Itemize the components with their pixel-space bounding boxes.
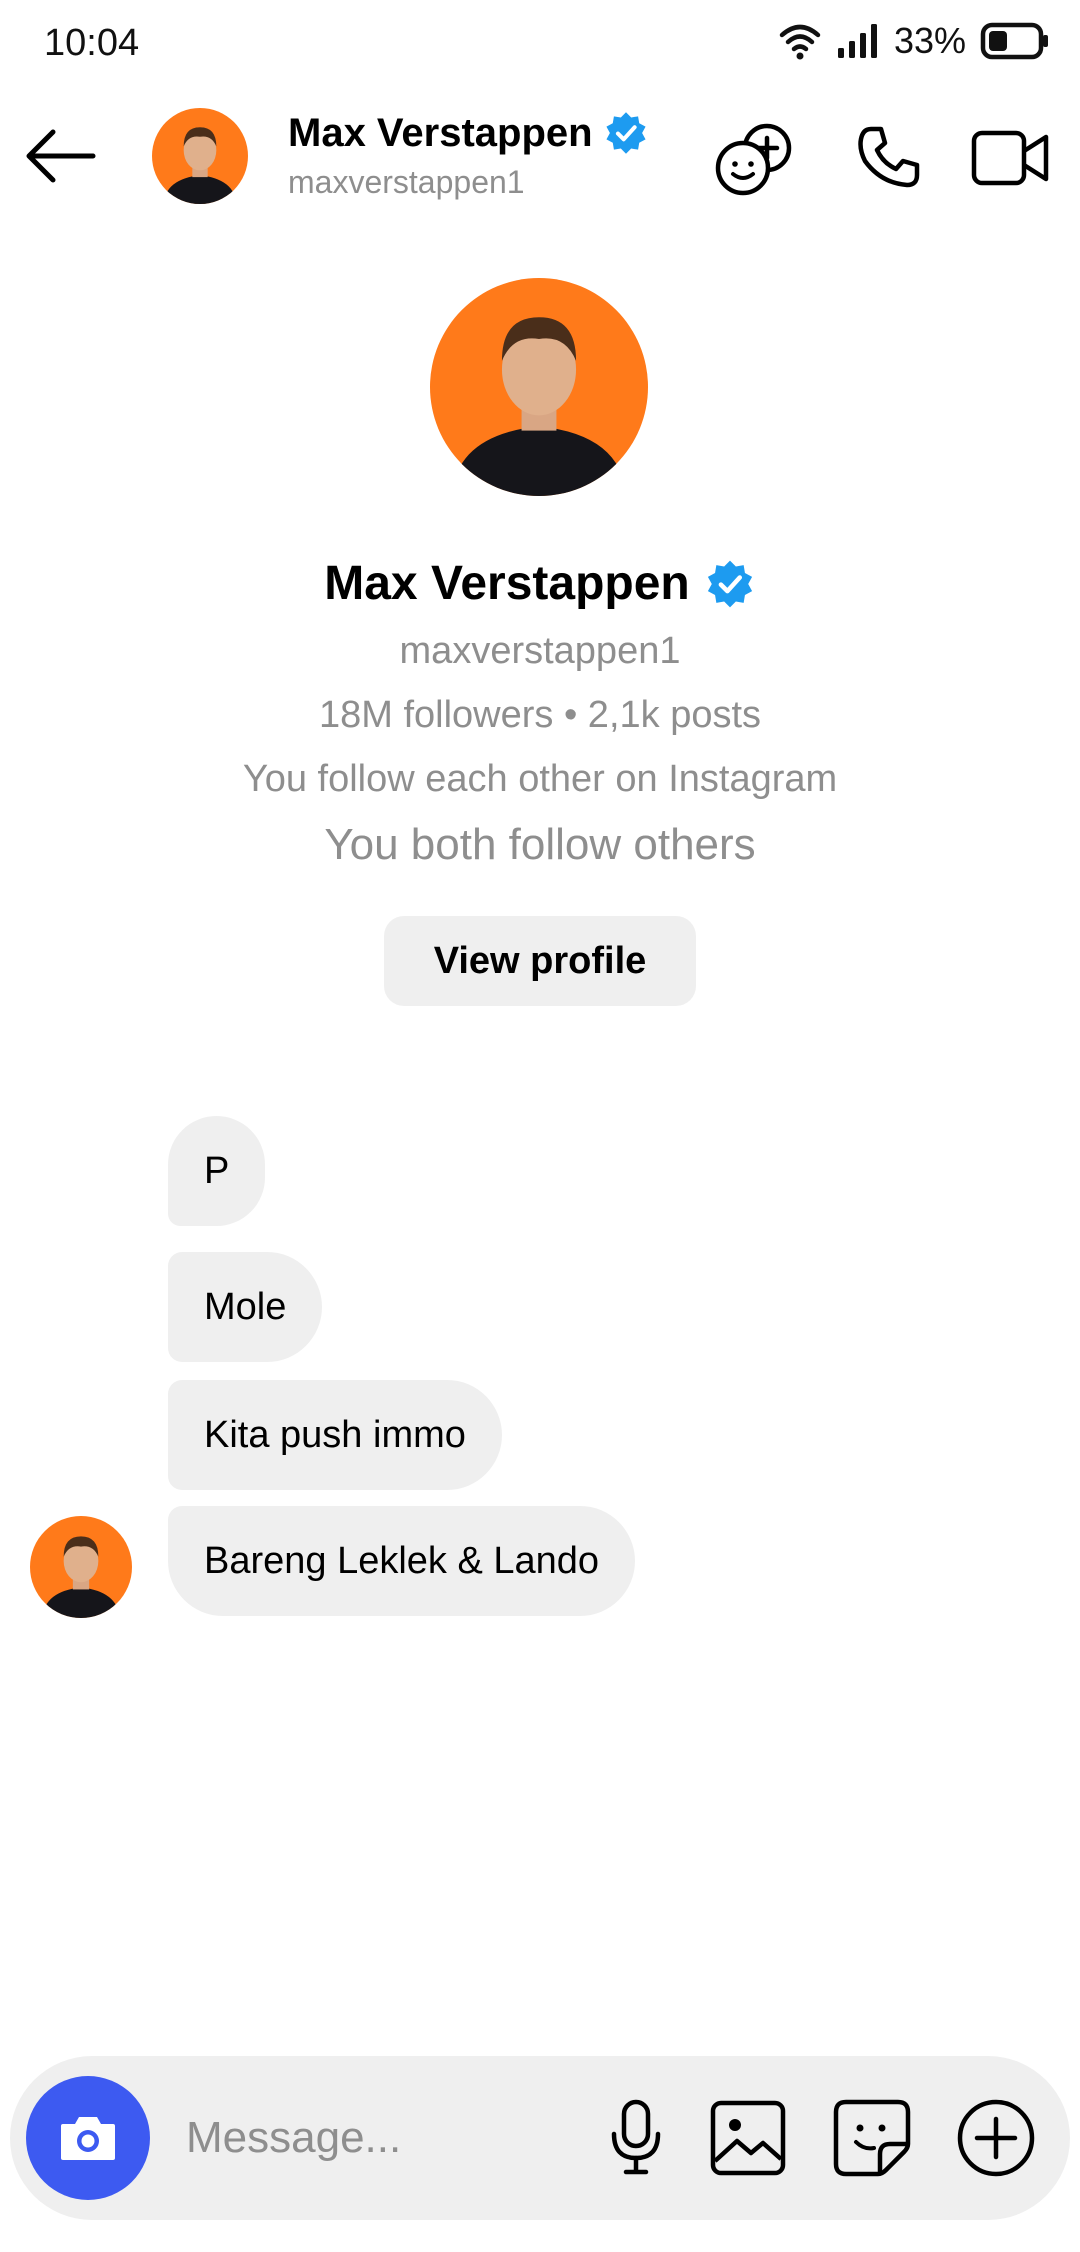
plus-icon bbox=[955, 2097, 1037, 2179]
message-bubble[interactable]: P bbox=[168, 1116, 266, 1226]
mutual-follow-text: You follow each other on Instagram bbox=[242, 758, 838, 800]
profile-username: maxverstappen1 bbox=[399, 630, 681, 672]
verified-badge-icon bbox=[704, 558, 756, 610]
message-bubble[interactable]: Bareng Leklek & Lando bbox=[168, 1506, 636, 1616]
sender-avatar[interactable] bbox=[30, 1516, 132, 1618]
video-call-button[interactable] bbox=[968, 116, 1052, 200]
message-composer bbox=[10, 2056, 1070, 2220]
header-name: Max Verstappen bbox=[288, 110, 593, 155]
add-people-button[interactable] bbox=[712, 116, 796, 200]
add-people-icon bbox=[711, 116, 797, 200]
battery-percent: 33% bbox=[893, 20, 966, 61]
more-options-button[interactable] bbox=[950, 2092, 1042, 2184]
image-icon bbox=[709, 2099, 787, 2177]
voice-message-button[interactable] bbox=[590, 2092, 682, 2184]
verified-badge-icon bbox=[603, 110, 649, 156]
header-username: maxverstappen1 bbox=[288, 164, 525, 200]
message-bubble[interactable]: Mole bbox=[168, 1252, 323, 1362]
sticker-button[interactable] bbox=[826, 2092, 918, 2184]
back-arrow-icon bbox=[23, 128, 97, 184]
signal-icon bbox=[836, 22, 880, 60]
voice-call-button[interactable] bbox=[846, 116, 930, 200]
message-bubble[interactable]: Kita push immo bbox=[168, 1380, 502, 1490]
message-input[interactable] bbox=[186, 2098, 586, 2178]
status-time: 10:04 bbox=[44, 22, 140, 64]
camera-button[interactable] bbox=[26, 2076, 150, 2200]
view-profile-button[interactable]: View profile bbox=[384, 916, 696, 1006]
profile-avatar[interactable] bbox=[430, 278, 648, 496]
mutual-others-text: You both follow others bbox=[324, 820, 756, 869]
header-avatar[interactable] bbox=[152, 108, 248, 204]
profile-name: Max Verstappen bbox=[324, 557, 690, 610]
phone-icon bbox=[853, 123, 923, 193]
camera-icon bbox=[57, 2112, 119, 2164]
video-camera-icon bbox=[970, 127, 1050, 189]
status-icons: 33% bbox=[778, 20, 1050, 62]
wifi-icon bbox=[778, 21, 822, 61]
back-button[interactable] bbox=[20, 116, 100, 196]
microphone-icon bbox=[606, 2098, 666, 2178]
profile-stats: 18M followers • 2,1k posts bbox=[318, 694, 762, 736]
battery-icon bbox=[980, 22, 1050, 60]
gallery-button[interactable] bbox=[702, 2092, 794, 2184]
profile-name-row: Max Verstappen bbox=[0, 556, 1080, 611]
header-name-row[interactable]: Max Verstappen bbox=[288, 110, 649, 156]
status-bar: 10:04 33% bbox=[0, 0, 1080, 90]
chat-header: Max Verstappen maxverstappen1 bbox=[0, 96, 1080, 216]
sticker-icon bbox=[832, 2098, 912, 2178]
